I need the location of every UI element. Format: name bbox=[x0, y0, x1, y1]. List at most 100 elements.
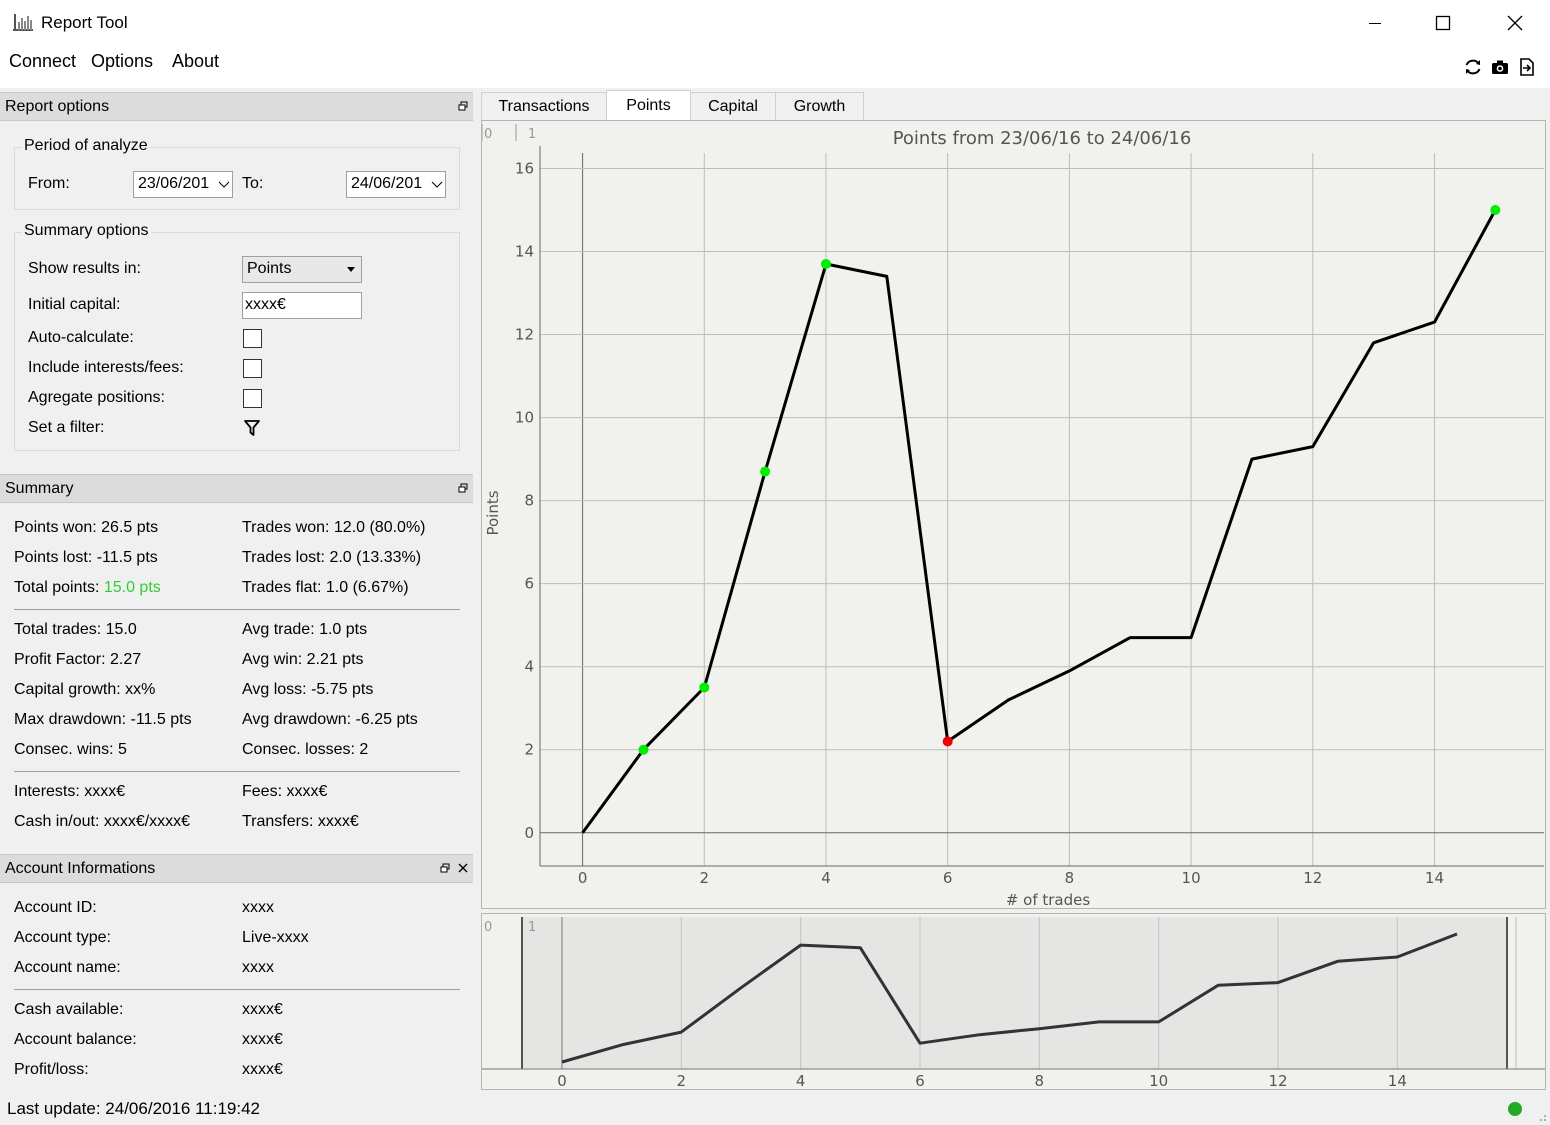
report-options-title: Report options bbox=[5, 98, 110, 115]
close-button[interactable] bbox=[1480, 0, 1550, 46]
fees: Fees: xxxx€ bbox=[242, 783, 328, 800]
avg-win: Avg win: 2.21 pts bbox=[242, 651, 364, 668]
navigator-tick-label: 2 bbox=[677, 1072, 687, 1089]
initial-capital-value: xxxx€ bbox=[245, 296, 286, 313]
navigator-tick-label: 4 bbox=[796, 1072, 806, 1089]
dropdown-arrow-icon bbox=[347, 267, 355, 272]
data-point-marker bbox=[760, 466, 771, 477]
refresh-icon[interactable] bbox=[1463, 57, 1483, 77]
data-point-marker bbox=[820, 258, 831, 269]
summary-header: Summary bbox=[0, 474, 473, 503]
auto-calculate-label: Auto-calculate: bbox=[28, 329, 134, 346]
points-lost: Points lost: -11.5 pts bbox=[14, 549, 158, 566]
period-group-title: Period of analyze bbox=[22, 137, 150, 155]
data-point-marker bbox=[1490, 204, 1501, 215]
x-tick-label: 6 bbox=[943, 869, 953, 887]
auto-calculate-checkbox[interactable] bbox=[243, 329, 262, 348]
navigator-tick-label: 0 bbox=[557, 1072, 567, 1089]
total-points-value: 15.0 pts bbox=[103, 579, 161, 596]
to-date-input[interactable]: 24/06/201 bbox=[346, 171, 446, 198]
total-points: Total points: 15.0 pts bbox=[14, 579, 161, 597]
points-chart-svg: 0 10 2 4 6 8 10 12 140246810121416Points from 23… bbox=[481, 124, 1544, 909]
aggregate-positions-checkbox[interactable] bbox=[243, 389, 262, 408]
maximize-icon bbox=[1435, 15, 1451, 31]
profit-loss-value: xxxx€ bbox=[242, 1061, 283, 1078]
aggregate-positions-label: Agregate positions: bbox=[28, 389, 165, 406]
corner-label: 0 bbox=[484, 920, 492, 935]
interests: Interests: xxxx€ bbox=[14, 783, 126, 800]
account-id-label: Account ID: bbox=[14, 899, 97, 916]
x-axis-label: # of trades bbox=[1006, 891, 1091, 908]
divider bbox=[14, 989, 460, 990]
show-results-label: Show results in: bbox=[28, 260, 141, 277]
maximize-button[interactable] bbox=[1408, 0, 1478, 46]
from-date-input[interactable]: 23/06/201 bbox=[133, 171, 233, 198]
close-icon[interactable] bbox=[458, 863, 468, 873]
chart-app-icon bbox=[13, 14, 33, 31]
corner-label: 1 bbox=[528, 920, 536, 935]
trades-won: Trades won: 12.0 (80.0%) bbox=[242, 519, 426, 536]
show-results-select[interactable]: Points bbox=[242, 256, 362, 283]
menu-connect[interactable]: Connect bbox=[9, 51, 76, 72]
x-tick-label: 10 bbox=[1182, 869, 1201, 887]
total-points-label: Total points: bbox=[14, 579, 104, 596]
float-icon[interactable] bbox=[440, 863, 450, 873]
tab-capital[interactable]: Capital bbox=[690, 92, 776, 121]
corner-label: 0 bbox=[484, 127, 492, 142]
y-tick-label: 12 bbox=[515, 326, 534, 344]
consec-losses: Consec. losses: 2 bbox=[242, 741, 369, 758]
close-icon bbox=[1507, 15, 1523, 31]
camera-icon[interactable] bbox=[1490, 57, 1510, 77]
cash-available-label: Cash available: bbox=[14, 1001, 124, 1018]
export-icon[interactable] bbox=[1517, 57, 1537, 77]
float-icon[interactable] bbox=[458, 483, 468, 493]
chevron-down-icon bbox=[218, 181, 230, 188]
avg-loss: Avg loss: -5.75 pts bbox=[242, 681, 374, 698]
menu-bar: Connect Options About bbox=[0, 46, 1550, 88]
navigator-tick-label: 6 bbox=[915, 1072, 925, 1089]
resize-grip-icon[interactable] bbox=[1535, 1110, 1547, 1122]
tab-points[interactable]: Points bbox=[606, 90, 691, 121]
tab-transactions[interactable]: Transactions bbox=[481, 92, 607, 121]
menu-about[interactable]: About bbox=[172, 51, 219, 72]
cash-in-out: Cash in/out: xxxx€/xxxx€ bbox=[14, 813, 191, 830]
x-tick-label: 4 bbox=[821, 869, 831, 887]
data-point-marker bbox=[699, 682, 710, 693]
y-tick-label: 6 bbox=[524, 575, 534, 593]
include-interests-label: Include interests/fees: bbox=[28, 359, 184, 376]
account-balance-label: Account balance: bbox=[14, 1031, 137, 1048]
account-name-value: xxxx bbox=[242, 959, 274, 976]
to-label: To: bbox=[242, 175, 264, 192]
x-tick-label: 2 bbox=[700, 869, 710, 887]
initial-capital-input[interactable]: xxxx€ bbox=[242, 292, 362, 319]
navigator-tick-label: 8 bbox=[1035, 1072, 1045, 1089]
tab-growth[interactable]: Growth bbox=[775, 92, 864, 121]
minimize-icon bbox=[1369, 23, 1381, 24]
x-tick-label: 12 bbox=[1303, 869, 1322, 887]
set-filter-label: Set a filter: bbox=[28, 419, 105, 436]
points-chart[interactable]: 0 1 0 2 4 6 8 10 12 14 0 2 4 6 8 10 12 14 16 Points from 23… bbox=[481, 120, 1546, 909]
total-trades: Total trades: 15.0 bbox=[14, 621, 137, 638]
y-tick-label: 8 bbox=[524, 492, 534, 510]
account-type-value: Live-xxxx bbox=[242, 929, 309, 946]
float-icon[interactable] bbox=[458, 101, 468, 111]
include-interests-checkbox[interactable] bbox=[243, 359, 262, 378]
navigator-selection bbox=[522, 917, 1507, 1069]
account-id-value: xxxx bbox=[242, 899, 274, 916]
data-point-marker bbox=[638, 744, 649, 755]
menu-options[interactable]: Options bbox=[91, 51, 153, 72]
account-type-label: Account type: bbox=[14, 929, 111, 946]
account-info-title: Account Informations bbox=[5, 860, 156, 877]
filter-icon[interactable] bbox=[244, 420, 260, 436]
navigator-tick-label: 12 bbox=[1268, 1072, 1287, 1089]
data-point-marker bbox=[942, 736, 953, 747]
profit-factor: Profit Factor: 2.27 bbox=[14, 651, 142, 668]
plot-area bbox=[540, 146, 1544, 866]
max-drawdown: Max drawdown: -11.5 pts bbox=[14, 711, 192, 728]
trades-flat: Trades flat: 1.0 (6.67%) bbox=[242, 579, 409, 596]
y-tick-label: 16 bbox=[515, 159, 534, 177]
corner-label: 1 bbox=[528, 127, 536, 142]
account-name-label: Account name: bbox=[14, 959, 121, 976]
chart-navigator[interactable]: 0 1 0 2 4 6 8 10 12 14 bbox=[481, 913, 1546, 1090]
minimize-button[interactable] bbox=[1340, 0, 1410, 46]
